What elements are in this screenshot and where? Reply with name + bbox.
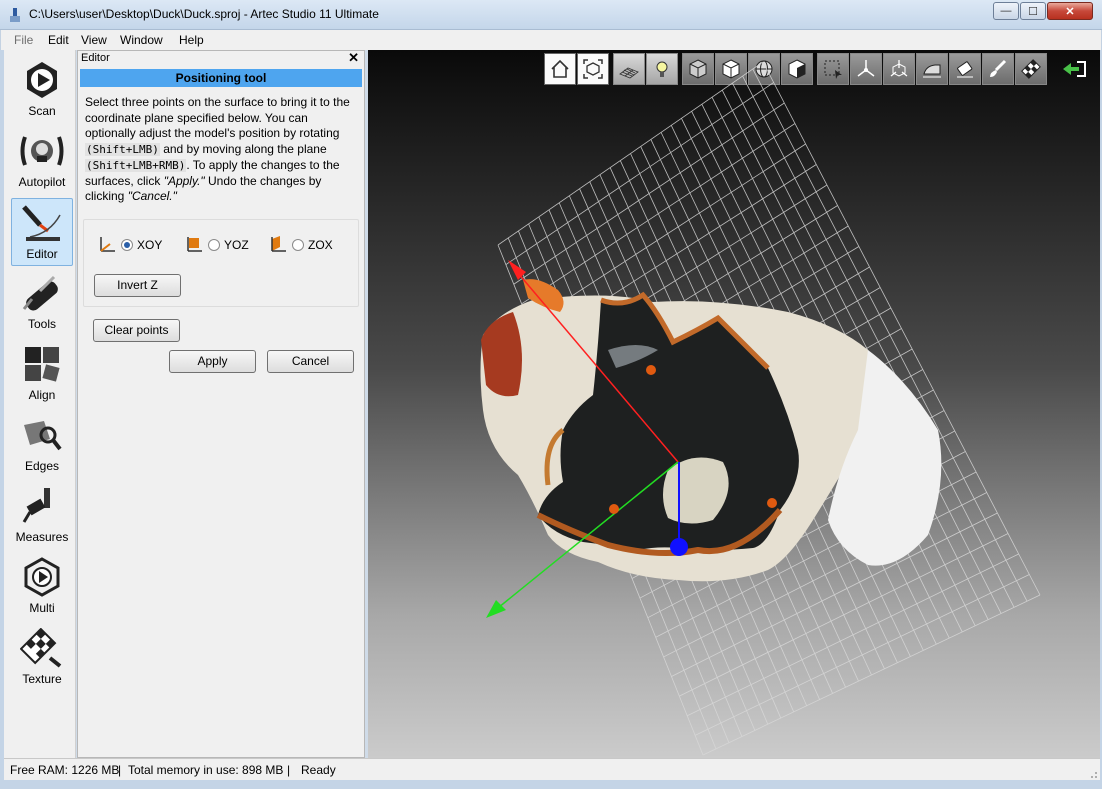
shortcut-move: (Shift+LMB+RMB): [85, 158, 187, 172]
app-icon: [10, 8, 20, 22]
title-bar: C:\Users\user\Desktop\Duck\Duck.sproj - …: [0, 0, 1102, 30]
plane-option-zox[interactable]: ZOX: [268, 235, 333, 255]
minimize-button[interactable]: —: [993, 2, 1019, 20]
tool-measures[interactable]: Measures: [11, 482, 73, 550]
point-marker[interactable]: [767, 498, 777, 508]
tool-edges[interactable]: Edges: [11, 411, 73, 479]
menu-view[interactable]: View: [81, 33, 107, 47]
texture-icon: [20, 628, 62, 668]
maximize-button[interactable]: ☐: [1020, 2, 1046, 20]
window-frame: [0, 780, 1102, 789]
editor-icon: [22, 205, 61, 241]
apply-button[interactable]: Apply: [169, 350, 256, 373]
shortcut-rotate: (Shift+LMB): [85, 143, 160, 157]
panel-header: Editor ✕: [78, 50, 364, 68]
main-toolbar: Scan Autopilot Editor Tools Align Edges …: [4, 50, 76, 758]
align-icon: [25, 347, 60, 382]
tool-align[interactable]: Align: [11, 340, 73, 408]
plane-zox-icon: [271, 236, 286, 252]
y-axis-arrow: [486, 600, 506, 618]
zox-radio[interactable]: [292, 239, 304, 251]
tool-tools[interactable]: Tools: [11, 269, 73, 337]
plane-option-xoy[interactable]: XOY: [97, 235, 162, 255]
edges-icon: [24, 421, 62, 451]
menu-bar: File Edit View Window Help: [0, 30, 1102, 50]
point-marker[interactable]: [609, 504, 619, 514]
tools-icon: [22, 275, 58, 311]
cancel-button[interactable]: Cancel: [267, 350, 354, 373]
status-bar: Free RAM: 1226 MB | Total memory in use:…: [4, 758, 1100, 780]
tool-title: Positioning tool: [80, 69, 362, 87]
window-title: C:\Users\user\Desktop\Duck\Duck.sproj - …: [29, 7, 379, 21]
3d-viewport[interactable]: [368, 50, 1100, 758]
scan-icon: [27, 62, 57, 98]
free-ram: Free RAM: 1226 MB: [10, 763, 120, 777]
status-separator: |: [287, 763, 291, 777]
pivot-handle[interactable]: [670, 538, 688, 556]
tool-texture[interactable]: Texture: [11, 624, 73, 692]
tool-multi[interactable]: Multi: [11, 553, 73, 621]
panel-title: Editor: [81, 52, 110, 64]
grid-line: [694, 574, 1030, 736]
total-memory: Total memory in use: 898 MB: [128, 763, 284, 777]
status-separator: |: [118, 763, 122, 777]
plane-yoz-icon: [187, 237, 202, 252]
editor-panel: Editor ✕ Positioning tool Select three p…: [77, 50, 365, 758]
plane-xoy-icon: [100, 237, 115, 252]
tool-description: Select three points on the surface to br…: [85, 95, 350, 204]
xoy-radio[interactable]: [121, 239, 133, 251]
menu-window[interactable]: Window: [120, 33, 163, 47]
yoz-radio[interactable]: [208, 239, 220, 251]
close-window-button[interactable]: ✕: [1047, 2, 1093, 20]
plane-option-yoz[interactable]: YOZ: [184, 235, 249, 255]
close-panel-button[interactable]: ✕: [348, 50, 359, 66]
duck-model[interactable]: [480, 279, 942, 582]
menu-help[interactable]: Help: [179, 33, 204, 47]
plane-selector: XOY YOZ ZOX Invert Z: [83, 219, 359, 307]
invert-z-button[interactable]: Invert Z: [94, 274, 181, 297]
autopilot-icon: [20, 136, 64, 166]
multi-icon: [24, 557, 60, 597]
resize-grip-icon[interactable]: [1086, 767, 1098, 779]
clear-points-button[interactable]: Clear points: [93, 319, 180, 342]
status-state: Ready: [301, 763, 336, 777]
tool-autopilot[interactable]: Autopilot: [11, 127, 73, 195]
tool-scan[interactable]: Scan: [11, 56, 73, 124]
scene: [480, 61, 1041, 756]
point-marker[interactable]: [646, 365, 656, 375]
tool-editor[interactable]: Editor: [11, 198, 73, 266]
menu-file[interactable]: File: [14, 33, 33, 47]
menu-edit[interactable]: Edit: [48, 33, 69, 47]
measures-icon: [22, 488, 50, 523]
